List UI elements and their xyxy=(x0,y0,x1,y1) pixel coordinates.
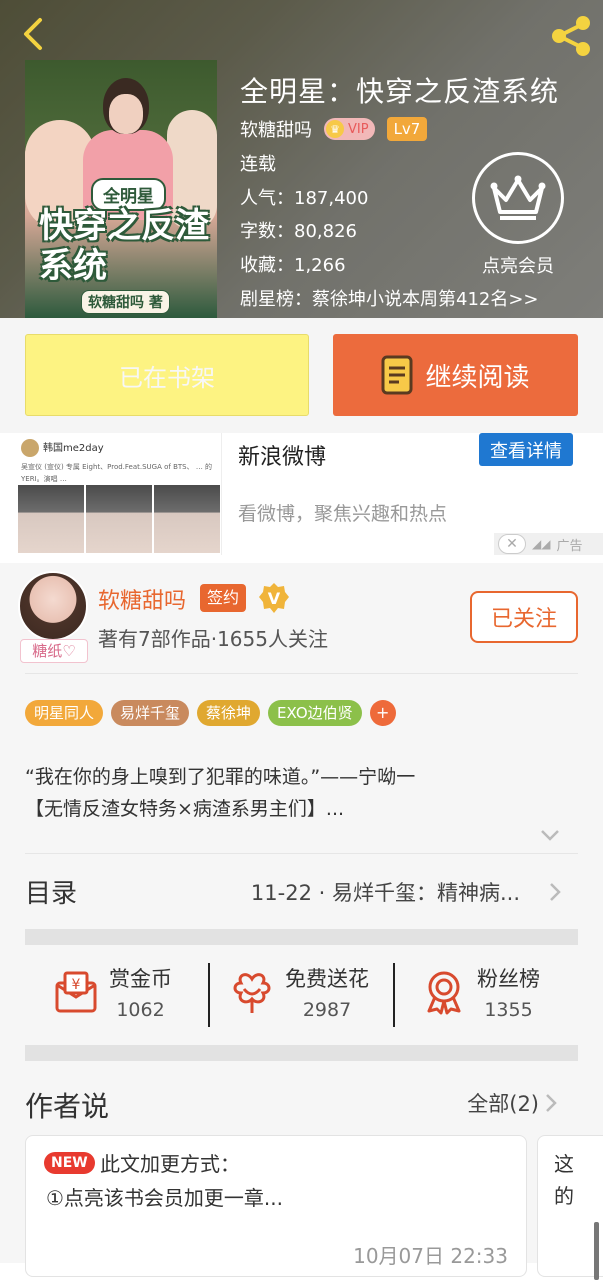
ad-label: 广告 xyxy=(556,538,583,554)
ranking-link[interactable]: 剧星榜：蔡徐坤小说本周第412名>> xyxy=(240,285,539,311)
author-says-title: 作者说 xyxy=(25,1090,110,1123)
stat-value: 1062 xyxy=(116,999,165,1021)
tag-chip[interactable]: 易烊千玺 xyxy=(111,700,190,726)
ad-thumb-text: 吴宣仪 (宣仪) 专属 Eight、Prod.Feat.SUGA of BTS、… xyxy=(21,463,213,483)
action-bar: 已在书架 继续阅读 xyxy=(0,318,603,433)
member-label: 点亮会员 xyxy=(482,256,554,277)
ad-close-icon[interactable]: ✕ xyxy=(498,534,526,554)
shelf-button[interactable]: 已在书架 xyxy=(25,334,309,416)
chevron-right-icon[interactable] xyxy=(545,1093,557,1113)
author-section: 糖纸♡ 软糖甜吗 签约 V 著有7部作品·1655人关注 已关注 明星同人 易烊… xyxy=(0,563,603,1277)
fan-ranking-button[interactable]: 粉丝榜 1355 xyxy=(421,963,540,1021)
member-circle xyxy=(472,152,564,244)
author-avatar[interactable] xyxy=(18,571,88,641)
add-tag-button[interactable]: + xyxy=(369,700,396,726)
chevron-right-icon xyxy=(550,883,561,901)
share-icon[interactable] xyxy=(547,14,595,58)
verified-v-icon: V xyxy=(259,583,289,613)
member-button[interactable]: 点亮会员 xyxy=(470,152,566,282)
note-content: ①点亮该书会员加更一章... xyxy=(46,1186,284,1210)
tag-chip[interactable]: 明星同人 xyxy=(25,700,104,726)
divider xyxy=(393,963,395,1027)
chevron-down-icon[interactable] xyxy=(538,827,562,843)
ad-thumb-avatar xyxy=(21,439,39,457)
word-count: 字数：80,826 xyxy=(240,221,357,242)
cover-figure-face xyxy=(109,94,143,134)
author-stats: 著有7部作品·1655人关注 xyxy=(98,627,328,651)
ad-thumb-photo xyxy=(18,485,84,553)
stat-value: 2987 xyxy=(302,999,352,1021)
stat-label: 粉丝榜 xyxy=(477,967,540,991)
ad-mark: ✕ ◢◢ 广告 xyxy=(494,533,603,555)
tag-list: 明星同人 易烊千玺 蔡徐坤 EXO边伯贤 + xyxy=(25,700,396,726)
continue-reading-button[interactable]: 继续阅读 xyxy=(333,334,578,416)
note-content: 的 xyxy=(554,1184,574,1208)
note-title: 此文加更方式： xyxy=(100,1152,240,1176)
intro-line: “我在你的身上嗅到了犯罪的味道。”——宁呦一 xyxy=(25,766,416,788)
stat-value: 1355 xyxy=(484,999,533,1021)
table-of-contents-row[interactable]: 目录 11-22 · 易烊千玺：精神病... xyxy=(25,855,578,929)
view-all-notes-link[interactable]: 全部(2) xyxy=(467,1088,539,1118)
support-stats: ¥ 赏金币 1062 免费送花 2987 粉丝榜 1355 xyxy=(25,945,578,1045)
intro-line: 【无情反渣女特务×病渣系男主们】... xyxy=(25,798,345,820)
vip-label: VIP xyxy=(348,121,369,137)
author-note-card[interactable]: NEW 此文加更方式： ①点亮该书会员加更一章... 10月07日 22:33 xyxy=(25,1135,527,1277)
back-arrow-icon[interactable] xyxy=(14,14,54,54)
level-badge: Lv7 xyxy=(386,117,428,141)
ad-thumb-photo xyxy=(86,485,152,553)
author-name[interactable]: 软糖甜吗 xyxy=(98,583,186,615)
follow-button[interactable]: 已关注 xyxy=(470,591,578,643)
free-flower-button[interactable]: 免费送花 2987 xyxy=(229,963,369,1021)
section-separator xyxy=(25,929,578,945)
ad-logo-icon: ◢◢ xyxy=(532,537,551,551)
divider xyxy=(25,673,578,674)
serial-status: 连载 xyxy=(240,154,276,175)
new-badge: NEW xyxy=(44,1152,95,1174)
book-cover[interactable]: 全明星 快穿之反渣系统 软糖甜吗 著 xyxy=(25,60,217,318)
book-header: 全明星 快穿之反渣系统 软糖甜吗 著 全明星：快穿之反渣系统 软糖甜吗 ♛ VI… xyxy=(0,0,603,318)
reward-coins-button[interactable]: ¥ 赏金币 1062 xyxy=(53,963,172,1021)
divider xyxy=(208,963,210,1027)
divider xyxy=(25,853,578,854)
flower-icon xyxy=(233,973,271,1013)
svg-text:V: V xyxy=(268,589,281,608)
ad-title: 新浪微博 xyxy=(238,445,327,470)
vip-badge: ♛ VIP xyxy=(324,118,375,140)
author-name-link[interactable]: 软糖甜吗 xyxy=(240,116,312,142)
crown-icon: ♛ xyxy=(326,120,344,138)
ad-description: 看微博，聚焦兴趣和热点 xyxy=(238,503,448,525)
note-timestamp: 10月07日 22:33 xyxy=(353,1244,508,1268)
svg-text:¥: ¥ xyxy=(72,977,81,993)
scrollbar[interactable] xyxy=(594,1222,599,1280)
cover-big-title: 快穿之反渣系统 xyxy=(39,206,209,286)
note-content: 这 xyxy=(554,1152,574,1176)
stat-label: 赏金币 xyxy=(109,967,172,991)
toc-label: 目录 xyxy=(25,879,78,909)
avatar-tag: 糖纸♡ xyxy=(20,639,88,663)
author-line: 软糖甜吗 ♛ VIP Lv7 xyxy=(240,116,428,142)
stat-label: 免费送花 xyxy=(285,967,369,991)
favorites-count: 收藏：1,266 xyxy=(240,255,346,276)
book-title: 全明星：快穿之反渣系统 xyxy=(240,75,560,108)
tag-chip[interactable]: 蔡徐坤 xyxy=(197,700,261,726)
tag-chip[interactable]: EXO边伯贤 xyxy=(268,700,362,726)
book-icon xyxy=(381,355,413,395)
ad-thumb-photo xyxy=(154,485,220,553)
ad-detail-button[interactable]: 查看详情 xyxy=(479,433,573,466)
ad-thumb-account: 韩国me2day xyxy=(43,443,104,454)
continue-reading-label: 继续阅读 xyxy=(425,362,530,393)
ad-banner[interactable]: 韩国me2day 吴宣仪 (宣仪) 专属 Eight、Prod.Feat.SUG… xyxy=(0,433,603,563)
ad-thumbnail: 韩国me2day 吴宣仪 (宣仪) 专属 Eight、Prod.Feat.SUG… xyxy=(17,433,222,555)
section-separator xyxy=(25,1045,578,1061)
latest-chapter: 11-22 · 易烊千玺：精神病... xyxy=(250,881,520,905)
book-intro[interactable]: “我在你的身上嗅到了犯罪的味道。”——宁呦一 【无情反渣女特务×病渣系男主们】.… xyxy=(25,761,578,825)
cover-author-tag: 软糖甜吗 著 xyxy=(81,290,170,314)
popularity-count: 人气：187,400 xyxy=(240,188,369,209)
coin-envelope-icon: ¥ xyxy=(55,971,97,1013)
signed-badge: 签约 xyxy=(200,584,247,612)
ribbon-medal-icon xyxy=(427,971,461,1015)
crown-icon xyxy=(490,175,546,220)
